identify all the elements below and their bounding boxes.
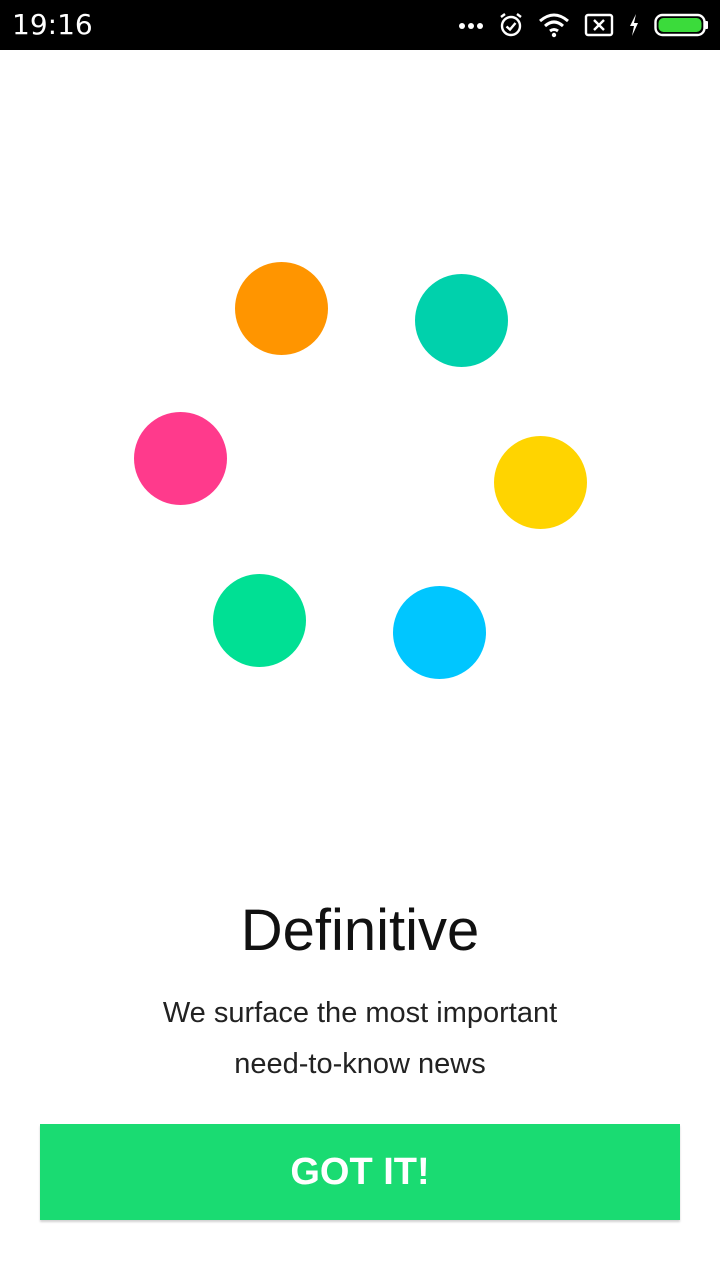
status-icons [458, 0, 710, 50]
sim-card-icon [584, 13, 614, 37]
battery-icon [654, 13, 710, 37]
blue-dot [393, 586, 486, 679]
more-dots-icon [458, 20, 484, 30]
got-it-button[interactable]: GOT IT! [40, 1124, 680, 1220]
orange-dot [235, 262, 328, 355]
charging-icon [628, 13, 640, 37]
onboarding-subtitle: We surface the most important need-to-kn… [0, 988, 720, 1090]
alarm-icon [498, 12, 524, 38]
yellow-dot [494, 436, 587, 529]
onboarding-title: Definitive [240, 898, 480, 963]
status-bar: 19:16 [0, 0, 720, 50]
wifi-icon [538, 12, 570, 38]
status-time: 19:16 [12, 8, 93, 41]
green-dot [213, 574, 306, 667]
pink-dot [134, 412, 227, 505]
subtitle-line-1: We surface the most important [162, 997, 558, 1029]
subtitle-line-2: need-to-know news [234, 1048, 486, 1080]
teal-dot [415, 274, 508, 367]
